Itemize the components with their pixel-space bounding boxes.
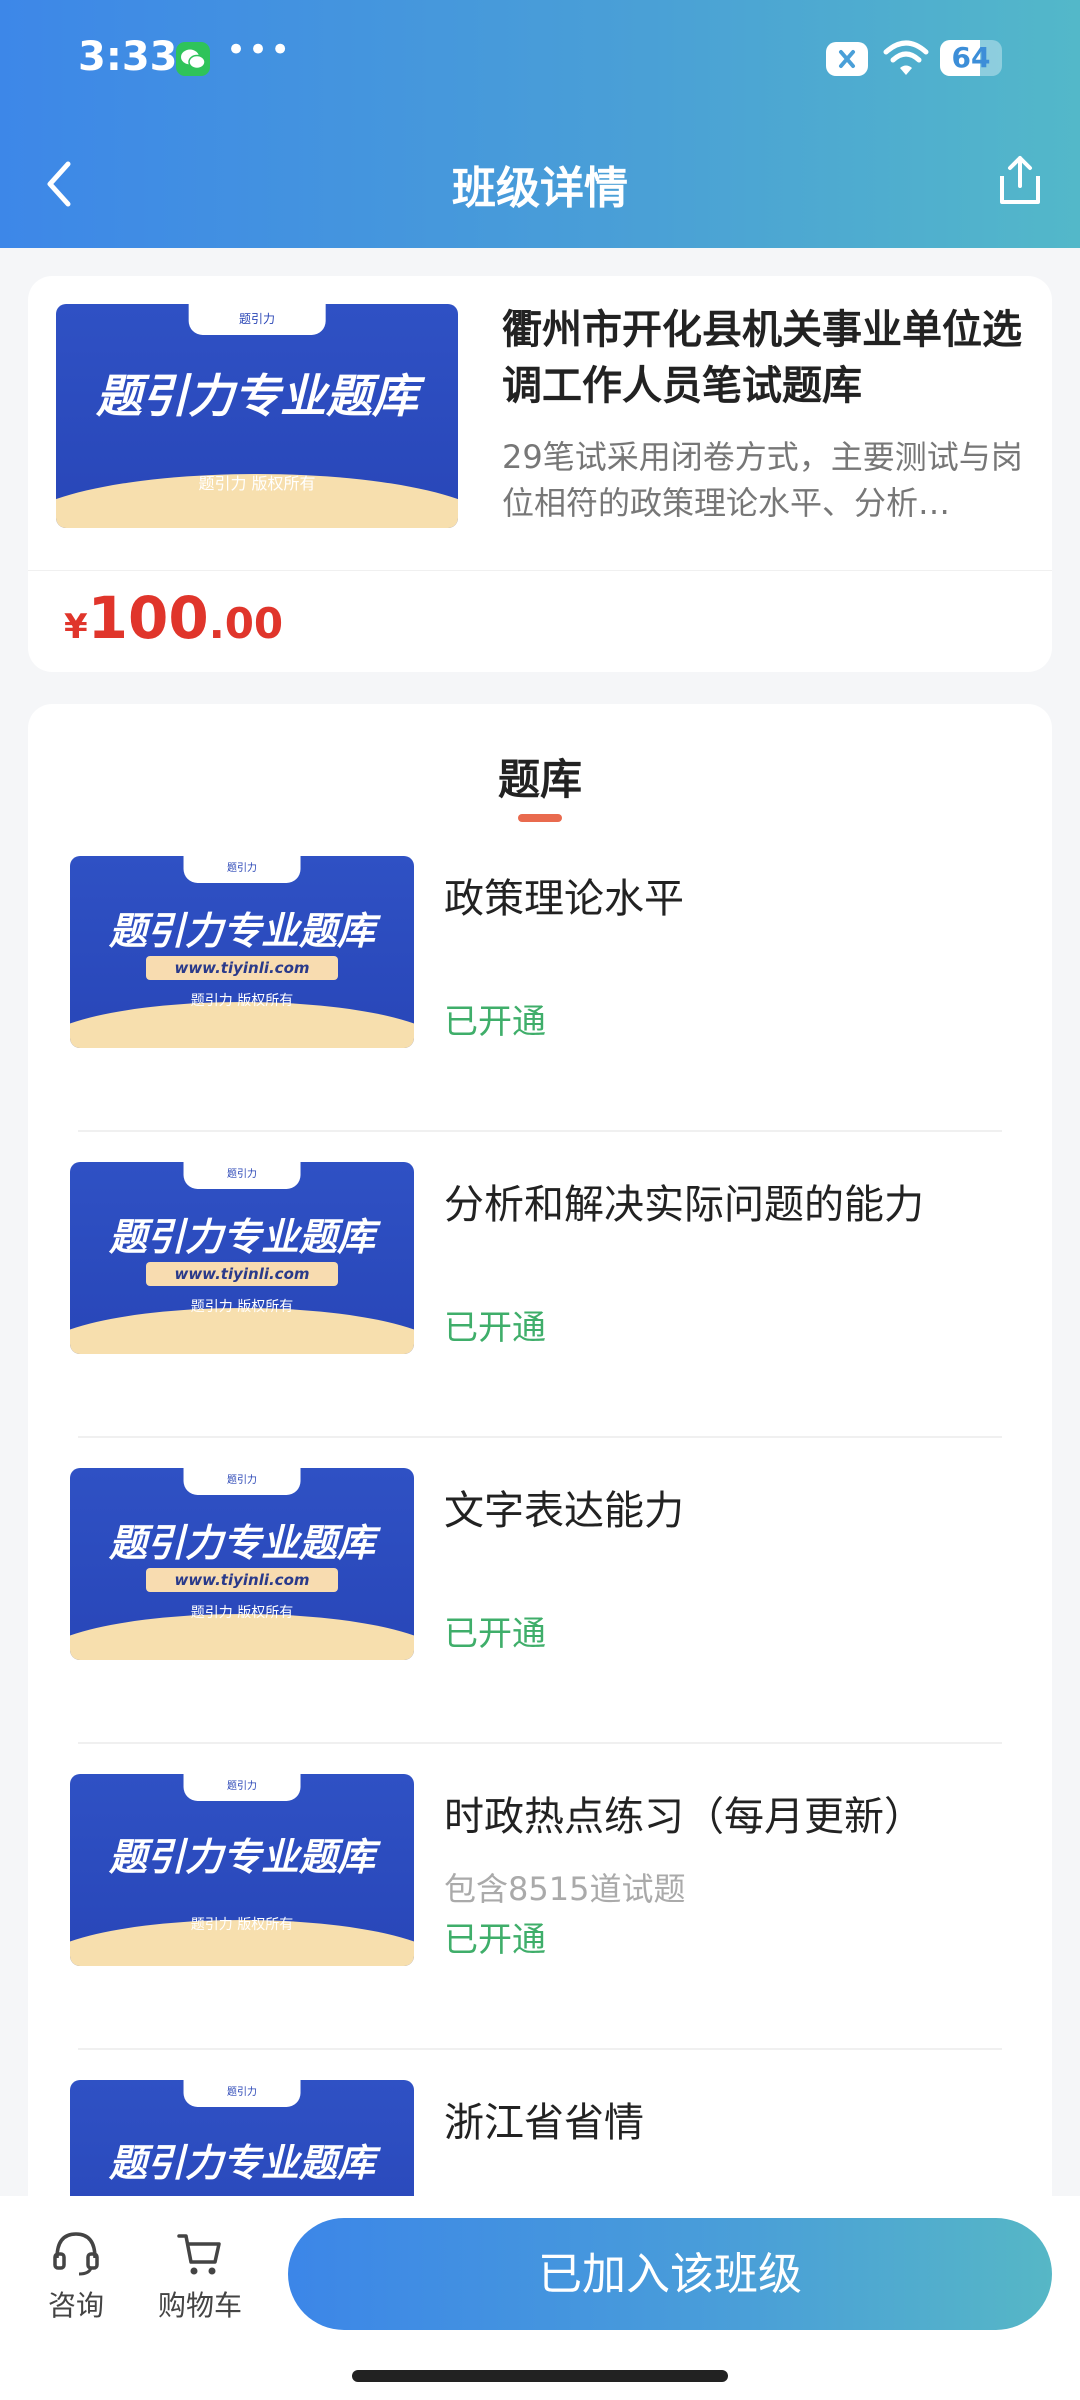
course-description: 29笔试采用闭卷方式，主要测试与岗位相符的政策理论水平、分析… xyxy=(502,438,1023,522)
thumbnail-tab-label: 题引力 xyxy=(238,312,276,326)
bank-item-count: 包含8515道试题 xyxy=(444,1870,686,1908)
wifi-icon xyxy=(882,38,930,82)
thumbnail-tab-label: 题引力 xyxy=(226,1781,257,1792)
bank-item-thumbnail: 题引力题引力专业题库题引力 版权所有 xyxy=(70,1774,414,1966)
home-indicator[interactable] xyxy=(352,2370,728,2382)
section-title-underline xyxy=(518,814,562,822)
status-more-icon: ••• xyxy=(226,30,293,70)
thumbnail-tab: 题引力 xyxy=(183,1162,301,1189)
thumbnail-title: 题引力专业题库 xyxy=(96,369,418,423)
bank-item-name: 文字表达能力 xyxy=(444,1488,684,1534)
consult-label: 咨询 xyxy=(47,2289,104,2322)
status-time: 3:33 xyxy=(78,34,178,80)
battery-icon: 64 xyxy=(940,40,1002,76)
battery-text: 64 xyxy=(951,41,991,74)
thumbnail-copyright: 题引力 版权所有 xyxy=(190,1917,294,1933)
course-price: ¥100.00 xyxy=(64,584,283,652)
thumbnail-title: 题引力专业题库 xyxy=(108,1215,375,1259)
thumbnail-title: 题引力专业题库 xyxy=(108,1835,375,1879)
thumbnail-copyright: 题引力 版权所有 xyxy=(190,1299,294,1315)
thumbnail-tab-label: 题引力 xyxy=(226,1475,257,1486)
thumbnail-url: www.tiyinli.com xyxy=(145,1262,339,1286)
thumbnail-url: www.tiyinli.com xyxy=(145,956,339,980)
question-bank-section: 题库 题引力 题引力专业题库 www.tiyinli.com 题引力 版权所有 政策理论… xyxy=(28,704,1052,2356)
thumbnail-tab: 题引力 xyxy=(183,1468,301,1495)
joined-class-button[interactable]: 已加入该班级 xyxy=(288,2218,1052,2330)
thumbnail-tab: 题引力 xyxy=(188,304,326,336)
bank-item-name: 分析和解决实际问题的能力 xyxy=(444,1182,924,1228)
thumbnail-title: 题引力专业题库 xyxy=(108,2141,375,2185)
thumbnail-url: www.tiyinli.com xyxy=(145,1568,339,1592)
course-card: 题引力 题引力专业题库 题引力 版权所有 衢州市开化县机关事业单位选调工作人员笔… xyxy=(28,276,1052,672)
bank-item-status: 已开通 xyxy=(444,1308,546,1348)
bank-list-item[interactable]: 题引力题引力专业题库 www.tiyinli.com 题引力 版权所有 政策理论水平已… xyxy=(28,826,1052,1132)
cart-icon xyxy=(177,2234,221,2275)
bank-item-name: 时政热点练习（每月更新） xyxy=(444,1794,924,1840)
price-decimal: .00 xyxy=(208,599,284,648)
course-title: 衢州市开化县机关事业单位选调工作人员笔试题库 xyxy=(502,307,1022,409)
thumbnail-copyright: 题引力 版权所有 xyxy=(190,993,294,1009)
bank-item-status: 已开通 xyxy=(444,1002,546,1042)
thumbnail-title: 题引力专业题库 xyxy=(108,1521,375,1565)
bank-item-thumbnail: 题引力题引力专业题库 www.tiyinli.com 题引力 版权所有 xyxy=(70,1162,414,1354)
header: 3:33 ••• 64 班级详情 xyxy=(0,0,1080,248)
bank-list-item[interactable]: 题引力 题引力专业题库 题引力 版权所有 时政热点练习（每月更新） 包含8515道试题已… xyxy=(28,1744,1052,2050)
thumbnail-tab: 题引力 xyxy=(183,2080,301,2107)
thumbnail-tab-label: 题引力 xyxy=(226,2087,257,2098)
price-integer: 100 xyxy=(87,584,209,652)
wechat-icon xyxy=(176,42,210,76)
bank-item-name: 浙江省省情 xyxy=(444,2100,644,2146)
notification-icon xyxy=(826,42,868,76)
price-currency: ¥ xyxy=(64,607,88,647)
bank-item-status: 已开通 xyxy=(444,1920,546,1960)
bank-item-name: 政策理论水平 xyxy=(444,876,684,922)
thumbnail-copyright: 题引力 版权所有 xyxy=(190,1605,294,1621)
bank-item-thumbnail: 题引力题引力专业题库 www.tiyinli.com 题引力 版权所有 xyxy=(70,856,414,1048)
headset-icon xyxy=(53,2232,99,2276)
card-divider xyxy=(28,570,1052,571)
thumbnail-copyright: 题引力 版权所有 xyxy=(198,474,316,493)
bank-item-thumbnail: 题引力题引力专业题库 www.tiyinli.com 题引力 版权所有 xyxy=(70,1468,414,1660)
cart-label: 购物车 xyxy=(157,2289,242,2322)
share-icon[interactable] xyxy=(996,154,1044,210)
thumbnail-tab: 题引力 xyxy=(183,856,301,883)
thumbnail-tab-label: 题引力 xyxy=(226,1169,257,1180)
thumbnail-title: 题引力专业题库 xyxy=(108,909,375,953)
bank-list-item[interactable]: 题引力题引力专业题库 www.tiyinli.com 题引力 版权所有 分析和解决实际… xyxy=(28,1132,1052,1438)
course-thumbnail: 题引力 题引力专业题库 题引力 版权所有 xyxy=(56,304,458,528)
bank-item-status: 已开通 xyxy=(444,1614,546,1654)
page-title: 班级详情 xyxy=(452,163,628,214)
consult-button[interactable]: 咨询 xyxy=(40,2230,112,2324)
bank-list-item[interactable]: 题引力题引力专业题库 www.tiyinli.com 题引力 版权所有 文字表达能力已… xyxy=(28,1438,1052,1744)
section-title: 题库 xyxy=(497,755,582,804)
thumbnail-tab-label: 题引力 xyxy=(226,863,257,874)
thumbnail-tab: 题引力 xyxy=(183,1774,301,1801)
cart-button[interactable]: 购物车 xyxy=(144,2230,256,2324)
